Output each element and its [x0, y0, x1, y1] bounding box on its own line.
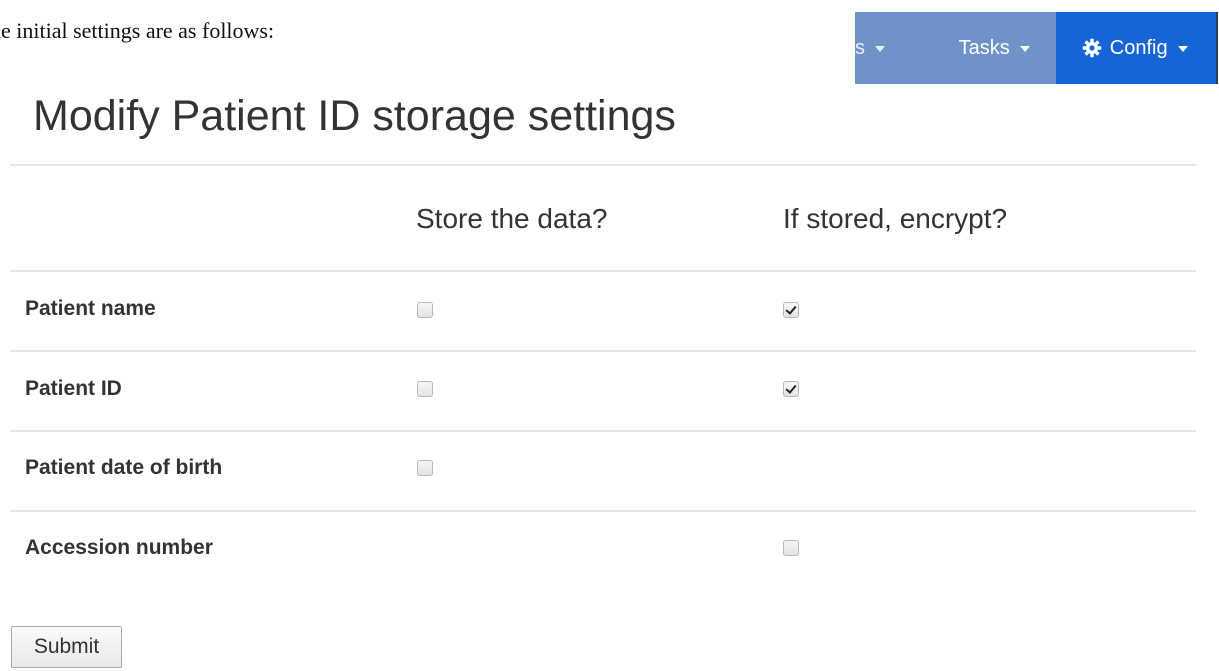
row-divider [10, 350, 1196, 352]
nav-item-tasks-label: Tasks [958, 36, 1010, 59]
gear-icon [1082, 38, 1101, 58]
patient-id-encrypt-checkbox[interactable] [783, 381, 799, 397]
row-divider [10, 270, 1196, 272]
patient-id-store-checkbox[interactable] [417, 381, 433, 397]
nav-item-config-label: Config [1109, 36, 1168, 59]
row-label-patient-name: Patient name [25, 297, 156, 320]
page-title: Modify Patient ID storage settings [33, 92, 676, 140]
nav-item-config[interactable]: Config [1055, 12, 1216, 84]
row-divider [10, 510, 1196, 512]
row-label-patient-dob: Patient date of birth [25, 456, 223, 479]
row-divider [10, 430, 1196, 432]
patient-name-store-checkbox[interactable] [417, 302, 433, 318]
submit-button[interactable]: Submit [11, 626, 122, 668]
accession-number-encrypt-checkbox[interactable] [783, 540, 799, 556]
patient-name-encrypt-checkbox[interactable] [783, 302, 799, 318]
nav-item-tasks[interactable]: Tasks [929, 12, 1056, 84]
column-header-encrypt: If stored, encrypt? [783, 203, 1008, 234]
top-navbar: s Tasks Config [855, 12, 1216, 84]
row-label-patient-id: Patient ID [25, 377, 122, 400]
nav-item-truncated[interactable]: s [855, 12, 929, 84]
column-header-store: Store the data? [416, 203, 608, 234]
document-intro-text: he initial settings are as follows: [0, 18, 275, 43]
patient-dob-store-checkbox[interactable] [417, 460, 433, 476]
nav-item-truncated-label: s [855, 36, 865, 59]
chevron-down-icon [875, 46, 885, 52]
chevron-down-icon [1177, 46, 1188, 52]
title-divider [10, 164, 1196, 166]
chevron-down-icon [1019, 46, 1030, 52]
row-label-accession-number: Accession number [25, 536, 213, 559]
